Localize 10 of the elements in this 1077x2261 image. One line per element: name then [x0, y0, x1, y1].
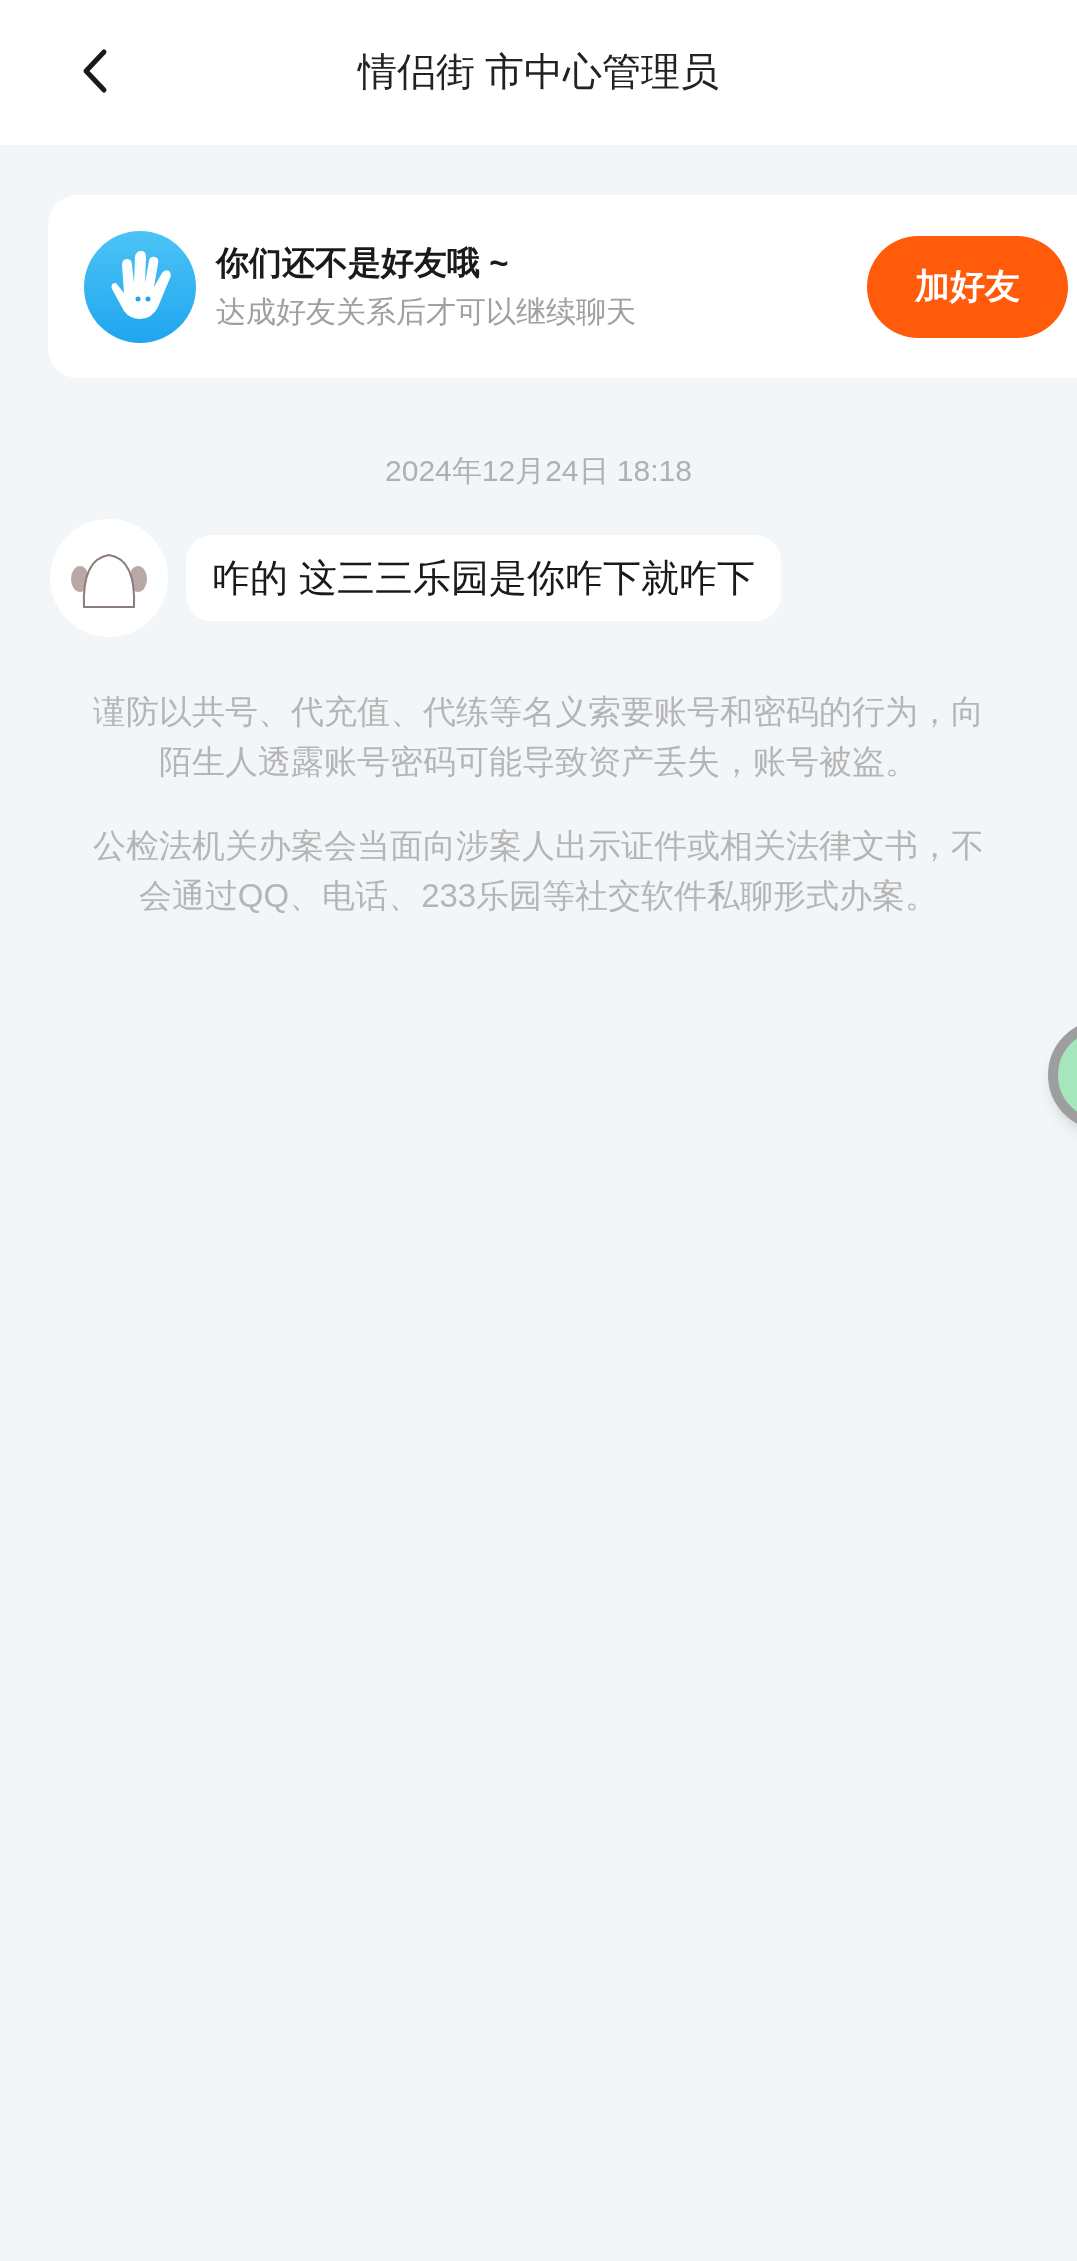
avatar-icon — [50, 519, 168, 637]
message-bubble: 咋的 这三三乐园是你咋下就咋下 — [186, 535, 781, 621]
chat-title: 情侣街 市中心管理员 — [357, 49, 720, 96]
message-timestamp: 2024年12月24日 18:18 — [385, 453, 692, 489]
safety-notice: 公检法机关办案会当面向涉案人出示证件或相关法律文书，不会通过QQ、电话、233乐园等社交软件私聊形式办案。 — [92, 826, 985, 916]
banner-title: 你们还不是好友哦 ~ — [216, 242, 510, 283]
add-friend-button[interactable]: 加好友 — [867, 235, 1068, 338]
hand-icon — [84, 230, 196, 343]
safety-notice: 谨防以共号、代充值、代练等名义索要账号和密码的行为，向陌生人透露账号密码可能导致资产丢失，账号被盗。 — [92, 692, 985, 782]
banner-subtitle: 达成好友关系后才可以继续聊天 — [216, 293, 637, 330]
